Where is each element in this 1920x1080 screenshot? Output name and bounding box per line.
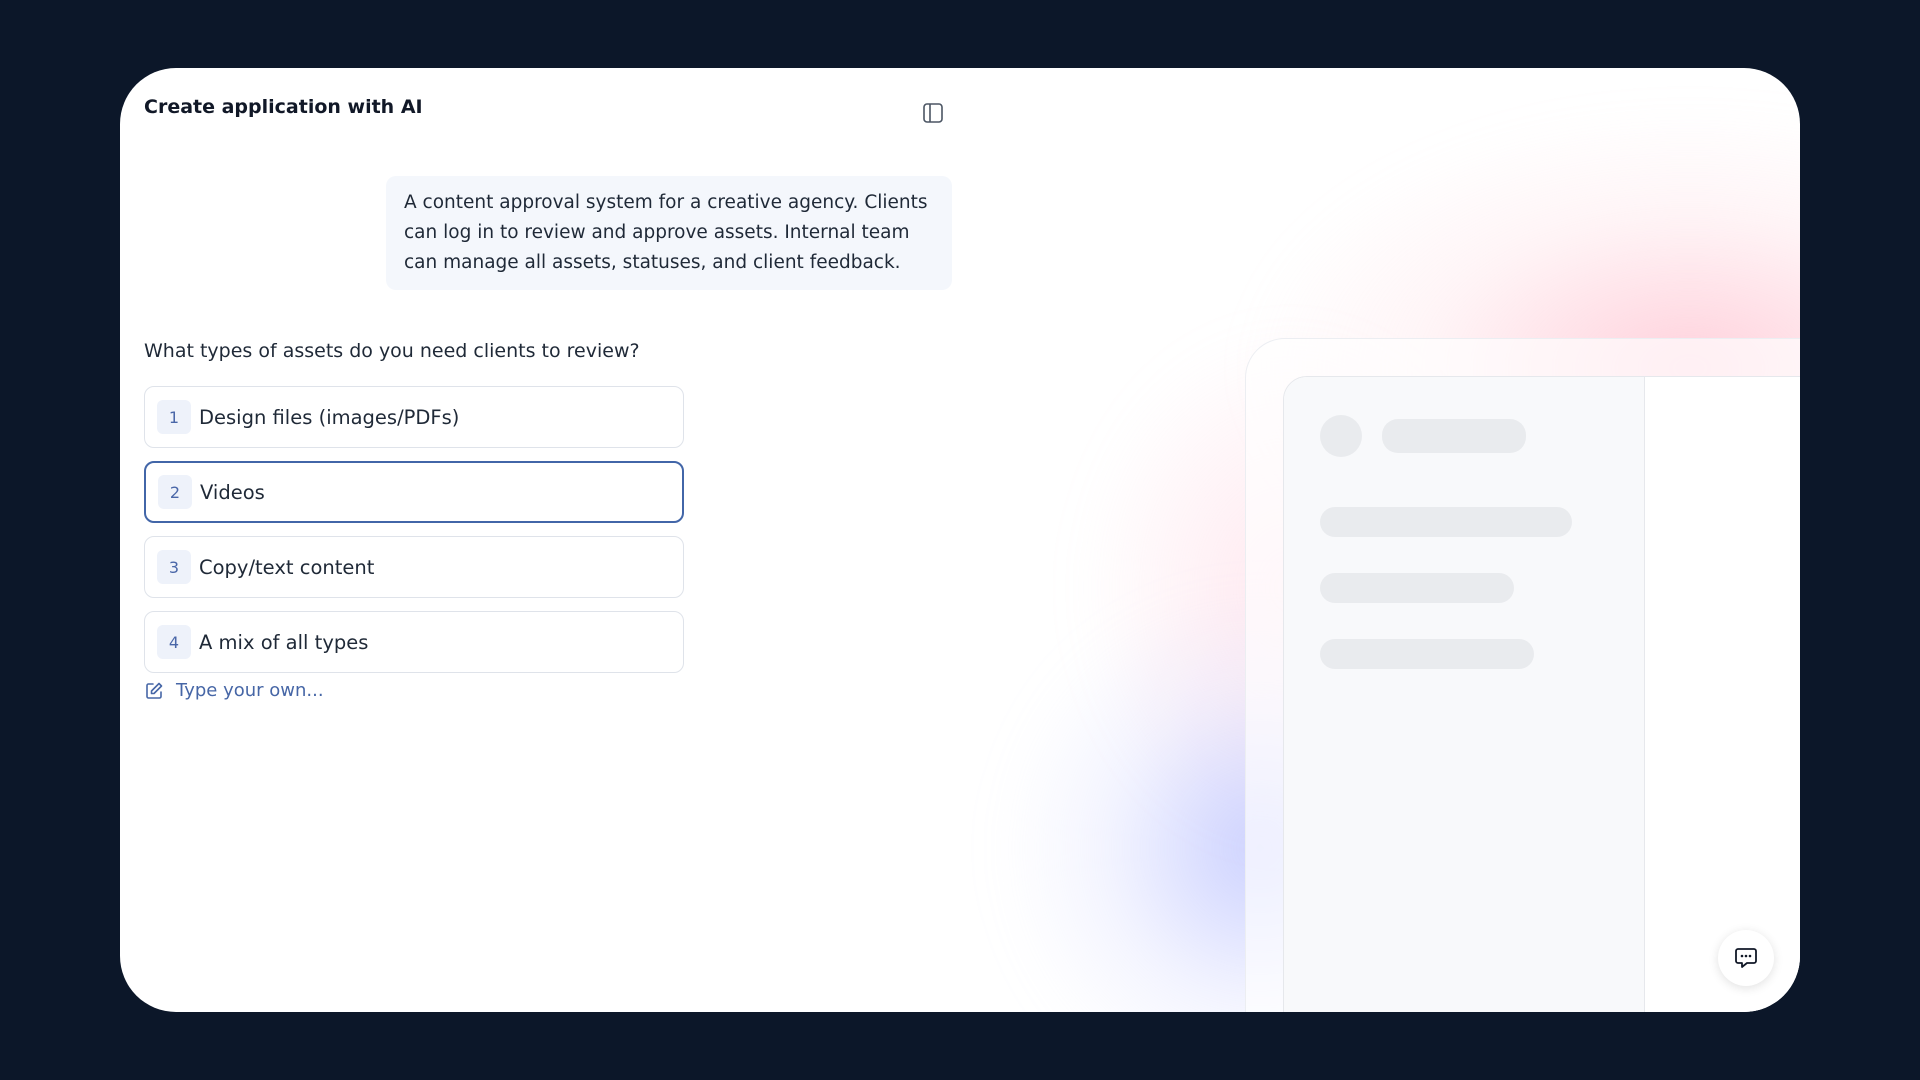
option-design-files[interactable]: 1 Design files (images/PDFs) — [144, 386, 684, 448]
type-own-answer-button[interactable]: Type your own... — [144, 680, 324, 701]
skeleton-line — [1320, 573, 1514, 603]
edit-icon — [146, 682, 163, 699]
option-label: Copy/text content — [199, 555, 375, 579]
skeleton-line — [1320, 639, 1534, 669]
user-message: A content approval system for a creative… — [386, 176, 952, 290]
app-preview — [1283, 376, 1800, 1012]
assistant-question: What types of assets do you need clients… — [144, 340, 640, 362]
chat-button[interactable] — [1718, 930, 1774, 986]
option-number: 1 — [157, 400, 191, 434]
chat-icon — [1735, 948, 1757, 968]
page-title: Create application with AI — [144, 96, 423, 118]
panel-toggle-button[interactable] — [918, 98, 948, 128]
sidebar-panel-icon — [923, 103, 943, 123]
option-number: 3 — [157, 550, 191, 584]
option-number: 4 — [157, 625, 191, 659]
preview-sidebar — [1284, 377, 1645, 1012]
skeleton-title — [1382, 419, 1526, 453]
skeleton-avatar — [1320, 415, 1362, 457]
answer-options: 1 Design files (images/PDFs) 2 Videos 3 … — [144, 386, 684, 686]
option-number: 2 — [158, 475, 192, 509]
type-own-label: Type your own... — [176, 680, 324, 701]
app-window: Create application with AI A content app… — [120, 68, 1800, 1012]
option-mix[interactable]: 4 A mix of all types — [144, 611, 684, 673]
skeleton-line — [1320, 507, 1572, 537]
option-label: Videos — [200, 480, 265, 504]
option-videos[interactable]: 2 Videos — [144, 461, 684, 523]
option-label: Design files (images/PDFs) — [199, 405, 460, 429]
option-label: A mix of all types — [199, 630, 369, 654]
option-copy-text[interactable]: 3 Copy/text content — [144, 536, 684, 598]
